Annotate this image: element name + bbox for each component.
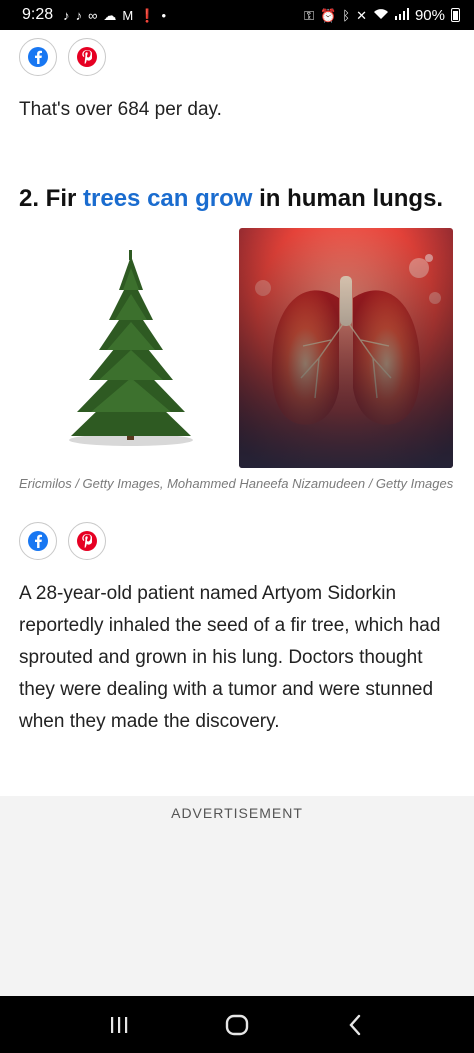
share-row-bottom [19,522,106,560]
fact-2-body: A 28-year-old patient named Artyom Sidor… [19,583,441,732]
share-row-top [19,38,106,76]
fact-2-headline: 2. Fir trees can grow in human lungs. [19,183,464,215]
lungs-image [239,228,453,468]
recent-apps-icon [111,1016,128,1033]
status-left: 9:28 ♪ ♪ ∞ ☁ M ❗ • [22,6,166,24]
pinterest-icon [77,47,97,67]
back-button[interactable] [335,1005,375,1045]
battery-percent: 90% [414,6,445,24]
home-icon [225,1014,249,1035]
mute-icon: ✕ [356,7,367,23]
fir-tree-image [19,228,231,466]
signal-icon [394,8,409,22]
back-icon [349,1014,361,1035]
facebook-share-button[interactable] [19,522,57,560]
voicemail-icon: ∞ [88,7,98,23]
advertisement-label: ADVERTISEMENT [171,805,303,821]
pinterest-icon [77,531,97,551]
dot-icon: • [161,7,167,23]
fact-2-headline-rest: in human lungs. [252,185,444,212]
navigation-bar [0,996,474,1053]
image-caption: Ericmilos / Getty Images, Mohammed Hanee… [19,476,454,491]
status-right: ⚿ ⏰ ᛒ ✕ 90% [304,7,460,24]
wifi-icon [373,8,389,22]
facebook-icon [28,531,48,551]
advertisement-area[interactable] [0,796,474,996]
gmail-icon: M [122,7,134,23]
fact-2-link[interactable]: trees can grow [83,185,252,212]
battery-icon [451,8,460,22]
fact-2-number: 2. Fir [19,185,84,212]
status-time: 9:28 [22,6,54,23]
facebook-icon [28,47,48,67]
facebook-share-button[interactable] [19,38,57,76]
key-icon: ⚿ [304,7,315,23]
alarm-icon: ⏰ [320,7,337,23]
pinterest-share-button[interactable] [68,38,106,76]
home-button[interactable] [217,1005,257,1045]
recent-apps-button[interactable] [99,1005,139,1045]
bluetooth-icon: ᛒ [342,7,351,23]
tiktok-icon: ♪ [63,7,70,23]
status-bar: 9:28 ♪ ♪ ∞ ☁ M ❗ • ⚿ ⏰ ᛒ ✕ 90% [0,0,474,30]
pinterest-share-button[interactable] [68,522,106,560]
cloud-icon: ☁ [103,7,117,23]
fact-1-text: That's over 684 per day. [19,99,222,120]
alert-icon: ❗ [139,7,156,23]
tiktok-icon: ♪ [75,7,83,23]
